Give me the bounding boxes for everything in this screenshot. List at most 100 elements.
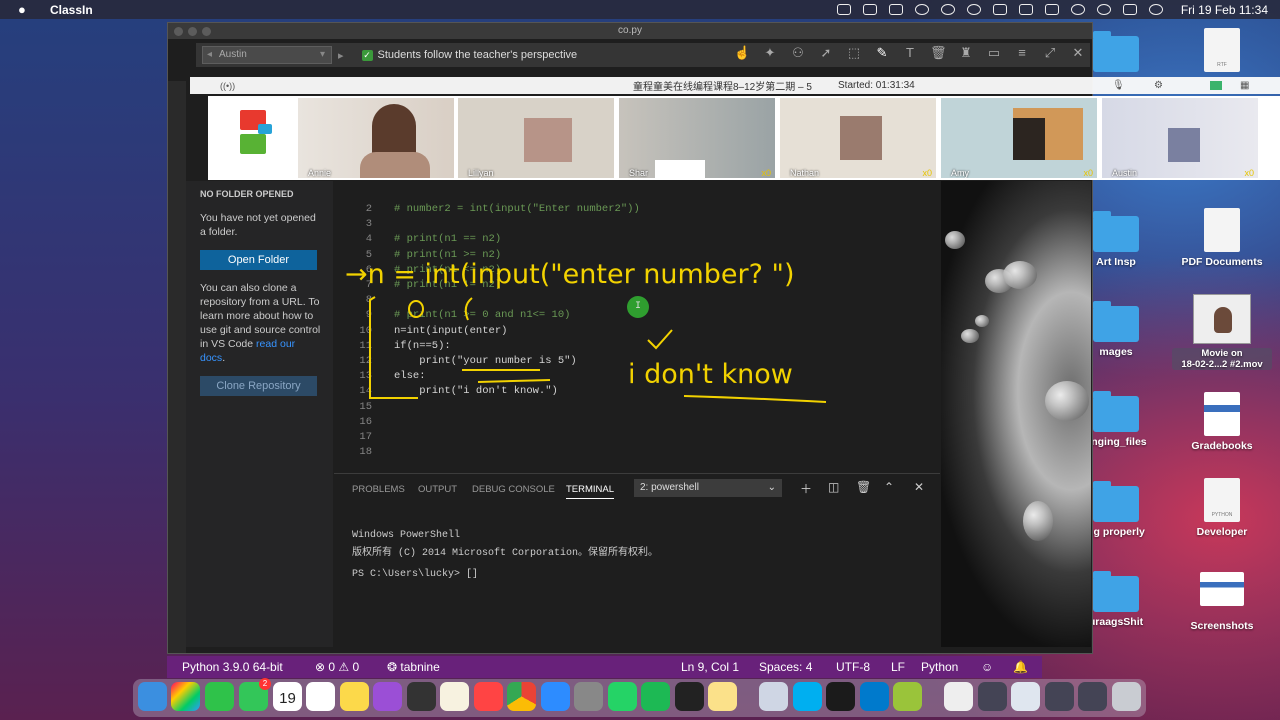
code-line[interactable]: n=int(input(enter) (394, 325, 507, 337)
board-icon[interactable]: ▭ (986, 45, 1002, 61)
recent-item-icon[interactable] (1045, 682, 1074, 711)
app-name[interactable]: ClassIn (50, 3, 93, 17)
follow-checkbox[interactable]: ✓ (361, 49, 373, 61)
video-tile-austin[interactable]: Austin x0 (1102, 98, 1258, 178)
code-line[interactable]: print("your number is 5") (394, 355, 577, 367)
fullscreen-icon[interactable]: ⤢ (1042, 45, 1058, 61)
control-center-icon[interactable] (1122, 4, 1137, 15)
wifi-icon[interactable] (1070, 4, 1085, 15)
clock[interactable]: Fri 19 Feb 11:34 (1181, 3, 1268, 17)
code-editor[interactable]: 2 # number2 = int(input("Enter number2"))… (334, 181, 940, 471)
terminal-select[interactable]: 2: powershell ⌄ (634, 479, 782, 497)
text-icon[interactable]: T (902, 45, 918, 61)
tab-problems[interactable]: PROBLEMS (352, 484, 405, 495)
reminders-icon[interactable] (306, 682, 335, 711)
zoom-icon[interactable] (836, 4, 851, 15)
kill-terminal-icon[interactable]: 🗑 (856, 480, 871, 494)
skype-icon[interactable] (793, 682, 822, 711)
code-line[interactable]: # print(n1 <= n2) (394, 264, 501, 276)
classin-icon[interactable] (862, 4, 877, 15)
code-line[interactable]: if(n==5): (394, 340, 451, 352)
whatsapp-icon[interactable] (608, 682, 637, 711)
line-ending[interactable]: LF (891, 660, 905, 674)
desktop-file[interactable]: RTF (1172, 28, 1272, 72)
spotify-icon[interactable] (641, 682, 670, 711)
code-line[interactable]: # number2 = int(input("Enter number2")) (394, 203, 640, 215)
code-line[interactable]: print("i don't know.") (394, 385, 558, 397)
minimize-window-icon[interactable] (188, 27, 197, 36)
chevron-left-icon[interactable]: ◂ (207, 47, 212, 63)
video-tile-amy[interactable]: Amy x0 (941, 98, 1097, 178)
cursor-position[interactable]: Ln 9, Col 1 (681, 660, 739, 674)
trash-dock-icon[interactable] (1112, 682, 1141, 711)
document-dock-icon[interactable] (944, 682, 973, 711)
stickies-icon[interactable] (708, 682, 737, 711)
notifications-icon[interactable]: 🔔 (1013, 660, 1028, 674)
close-window-icon[interactable] (174, 27, 183, 36)
clone-repository-button[interactable]: Clone Repository (200, 376, 317, 396)
volume-icon[interactable] (992, 4, 1007, 15)
pen-icon[interactable]: ✎ (874, 45, 890, 61)
close-icon[interactable]: ✕ (1070, 45, 1086, 61)
encoding[interactable]: UTF-8 (836, 660, 870, 674)
student-select[interactable]: ◂ Austin ▾ (202, 46, 332, 64)
language-mode[interactable]: Python (921, 660, 958, 674)
maps-icon[interactable] (407, 682, 436, 711)
screen-record-icon[interactable] (914, 4, 929, 15)
search-icon[interactable] (1096, 4, 1111, 15)
recent-item-icon[interactable] (978, 682, 1007, 711)
new-terminal-icon[interactable]: ＋ (800, 480, 812, 497)
facetime-icon[interactable] (205, 682, 234, 711)
shield-icon[interactable] (888, 4, 903, 15)
video-tile-shar[interactable]: Shar x0 (619, 98, 775, 178)
open-folder-button[interactable]: Open Folder (200, 250, 317, 270)
desktop-gradebooks[interactable]: Gradebooks (1172, 392, 1272, 452)
camera-icon[interactable] (1210, 81, 1222, 90)
desktop-movie-file[interactable]: Movie on 18-02-2...2 #2.mov (1172, 294, 1272, 370)
maximize-panel-icon[interactable]: ⌃ (884, 480, 894, 494)
terminal-prompt[interactable]: PS C:\Users\lucky> [] (352, 569, 478, 580)
layout-icon[interactable]: ▦ (1240, 80, 1249, 91)
settings-icon[interactable]: ⚙ (1154, 80, 1163, 91)
zoom-app-icon[interactable] (541, 682, 570, 711)
vscode-icon[interactable] (860, 682, 889, 711)
laser-icon[interactable]: ✦ (762, 45, 778, 61)
terminal-icon[interactable] (675, 682, 704, 711)
apple-icon[interactable]: ● (18, 2, 36, 17)
calendar-icon[interactable]: 19 (273, 682, 302, 711)
trash-icon[interactable]: 🗑 (930, 45, 947, 61)
notes-icon[interactable] (340, 682, 369, 711)
tab-output[interactable]: OUTPUT (418, 484, 457, 495)
code-line[interactable]: # print(n1 >= n2) (394, 249, 501, 261)
lasso-icon[interactable]: ⬚ (846, 45, 862, 61)
microphone-icon[interactable]: 🎙 (1112, 80, 1125, 91)
launchpad-icon[interactable] (171, 682, 200, 711)
pointer-icon[interactable]: ☝ (734, 45, 750, 61)
code-line[interactable]: # print(n1 == n2) (394, 233, 501, 245)
menu-icon[interactable]: ≡ (1014, 45, 1030, 61)
video-tile-annie[interactable]: Annie (298, 98, 454, 178)
desktop-pdf-documents[interactable]: PDF Documents (1172, 208, 1272, 268)
desktop-screenshots[interactable]: Screenshots (1172, 572, 1272, 632)
time-machine-icon[interactable] (940, 4, 955, 15)
video-tile-lillyan[interactable]: Lillyan (458, 98, 614, 178)
system-preferences-icon[interactable] (574, 682, 603, 711)
finder-icon[interactable] (138, 682, 167, 711)
preview-icon[interactable] (759, 682, 788, 711)
feedback-icon[interactable]: ☺ (981, 660, 993, 674)
problems-count[interactable]: ⊗ 0 ⚠ 0 (315, 660, 359, 674)
desktop-developer[interactable]: PYTHON Developer (1172, 478, 1272, 538)
tab-terminal[interactable]: TERMINAL (566, 484, 615, 499)
code-line[interactable]: # print(n1 != n2) (394, 279, 501, 291)
chevron-right-icon[interactable]: ▸ (338, 49, 344, 62)
video-tile-nathan[interactable]: Nathan x0 (780, 98, 936, 178)
code-line[interactable]: else: (394, 370, 426, 382)
python-interpreter[interactable]: Python 3.9.0 64-bit (182, 660, 283, 674)
code-line[interactable]: # print(n1 >= 0 and n1<= 10) (394, 309, 570, 321)
tabnine-status[interactable]: ❂ tabnine (387, 660, 440, 674)
siri-icon[interactable] (1148, 4, 1163, 15)
pencil-app-icon[interactable] (440, 682, 469, 711)
people-icon[interactable]: ⚇ (790, 45, 806, 61)
zoom-window-icon[interactable] (202, 27, 211, 36)
indentation[interactable]: Spaces: 4 (759, 660, 812, 674)
